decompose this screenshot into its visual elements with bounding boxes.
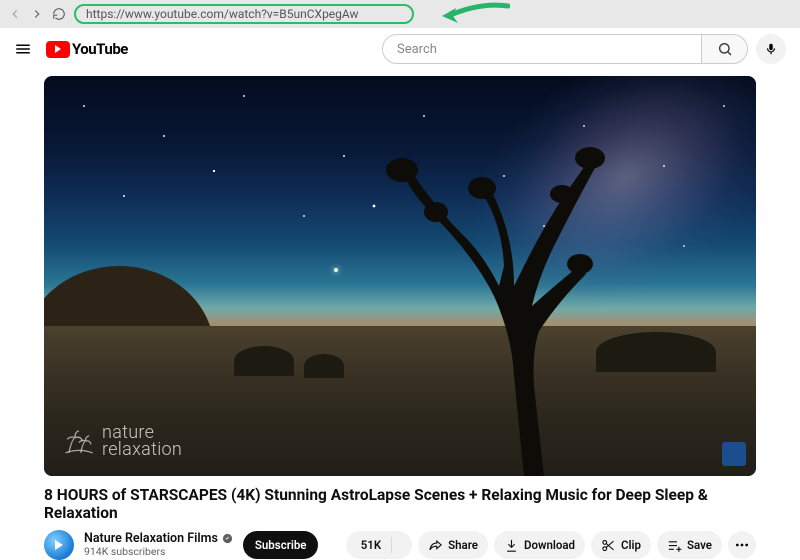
search-input[interactable]: Search — [382, 34, 702, 64]
youtube-play-icon — [46, 41, 70, 58]
joshua-tree — [364, 146, 624, 476]
share-icon — [428, 538, 443, 553]
reload-button[interactable] — [52, 7, 66, 21]
channel-avatar[interactable] — [44, 530, 74, 560]
like-count: 51K — [361, 538, 381, 552]
video-meta-row: Nature Relaxation Films 914K subscribers… — [44, 530, 756, 560]
download-icon — [504, 538, 519, 553]
browser-toolbar: https://www.youtube.com/watch?v=B5unCXpe… — [0, 0, 800, 28]
youtube-logo[interactable]: YouTube — [46, 40, 128, 58]
palm-icon — [62, 424, 96, 458]
ellipsis-icon — [734, 537, 750, 553]
youtube-header: YouTube Search — [0, 28, 800, 70]
dislike-button[interactable] — [392, 531, 412, 559]
youtube-wordmark: YouTube — [72, 40, 128, 58]
like-button[interactable]: 51K — [346, 531, 391, 559]
download-button[interactable]: Download — [494, 531, 585, 559]
annotation-arrow — [440, 2, 510, 28]
address-bar[interactable]: https://www.youtube.com/watch?v=B5unCXpe… — [74, 4, 414, 24]
subscribe-button[interactable]: Subscribe — [243, 531, 319, 559]
share-button[interactable]: Share — [418, 531, 488, 559]
bush — [304, 354, 344, 378]
save-button[interactable]: Save — [657, 531, 722, 559]
video-player[interactable]: nature relaxation — [44, 76, 756, 476]
verified-icon — [222, 533, 233, 544]
voice-search-button[interactable] — [756, 34, 786, 64]
content-area: nature relaxation 8 HOURS of STARSCAPES … — [0, 70, 800, 560]
watermark-line2: relaxation — [102, 441, 182, 458]
like-dislike-group: 51K — [346, 531, 412, 559]
subscriber-count: 914K subscribers — [84, 546, 233, 558]
search-placeholder: Search — [397, 42, 437, 57]
menu-button[interactable] — [14, 40, 32, 58]
forward-button[interactable] — [30, 7, 44, 21]
video-title: 8 HOURS of STARSCAPES (4K) Stunning Astr… — [44, 486, 756, 522]
player-badge — [722, 442, 746, 466]
playlist-add-icon — [667, 538, 682, 553]
back-button[interactable] — [8, 7, 22, 21]
url-text: https://www.youtube.com/watch?v=B5unCXpe… — [86, 7, 359, 21]
bush — [234, 346, 294, 376]
more-actions-button[interactable] — [728, 531, 756, 559]
scissors-icon — [601, 538, 616, 553]
channel-name[interactable]: Nature Relaxation Films — [84, 532, 233, 546]
channel-watermark: nature relaxation — [62, 424, 182, 458]
bright-star — [334, 268, 338, 272]
clip-button[interactable]: Clip — [591, 531, 651, 559]
search-button[interactable] — [702, 34, 748, 64]
